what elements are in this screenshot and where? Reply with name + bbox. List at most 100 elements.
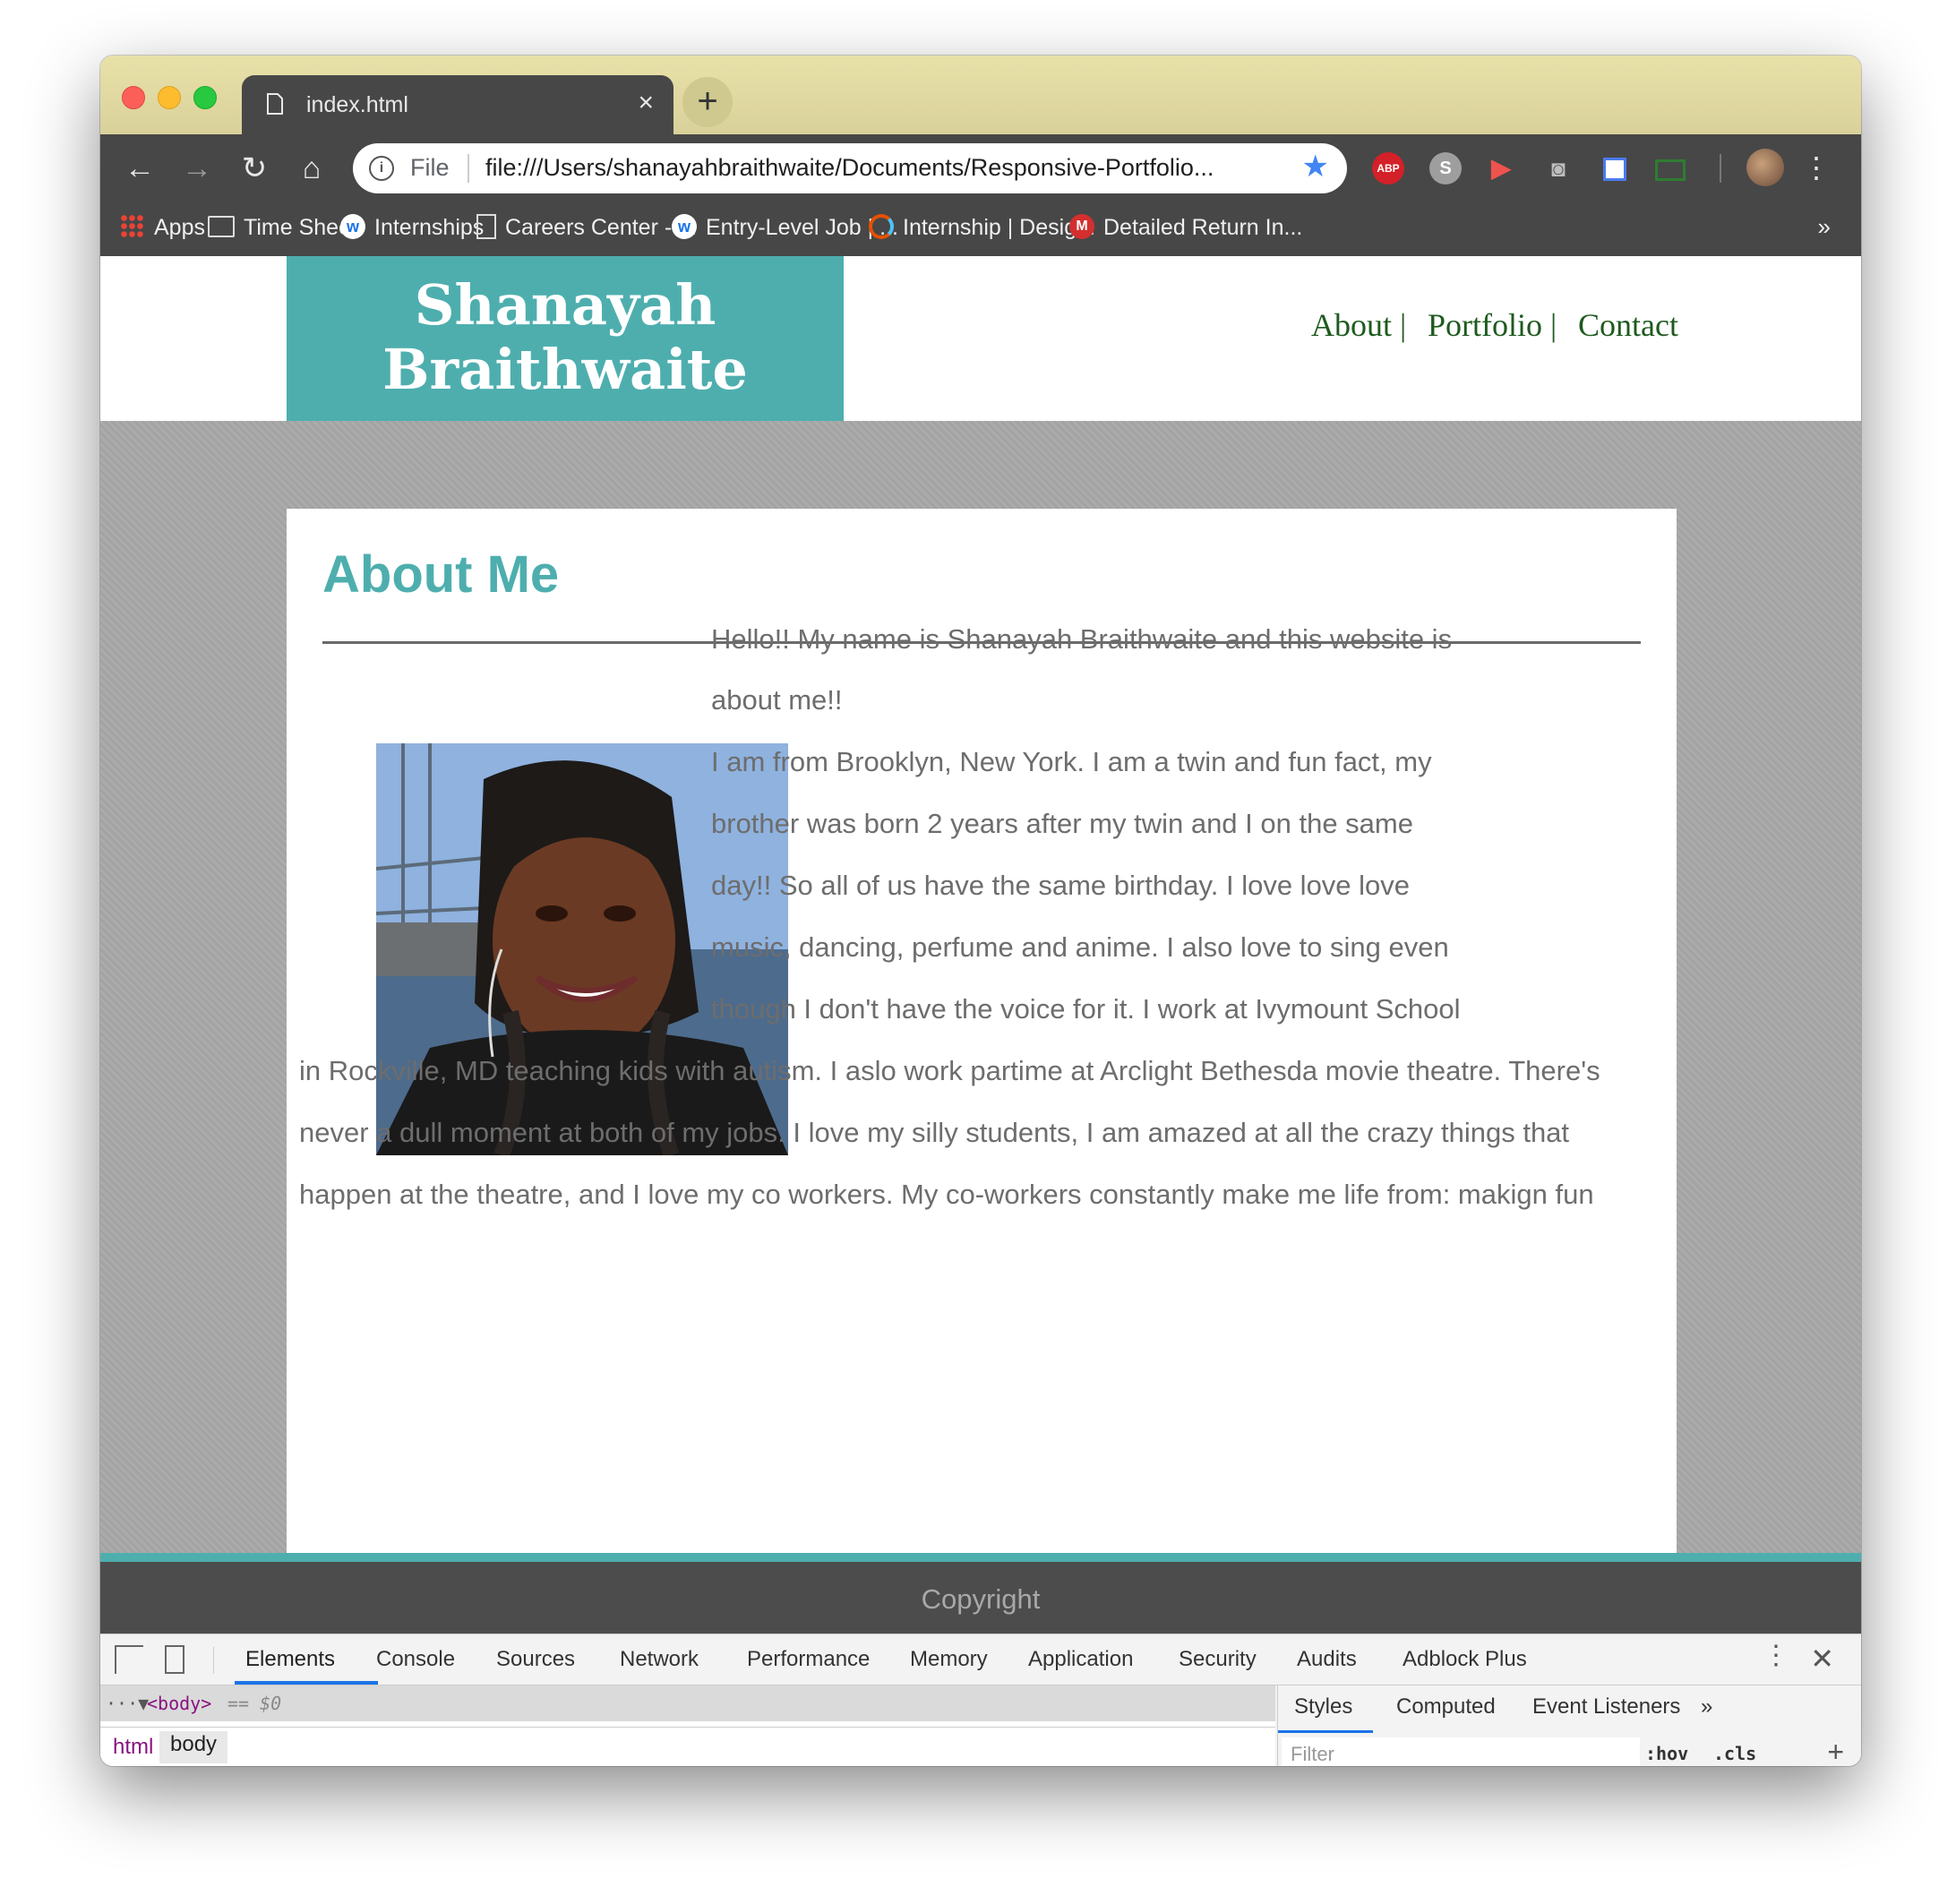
about-paragraph-line: brother was born 2 years after my twin a… (711, 808, 1413, 839)
tab-close-icon[interactable]: × (638, 88, 654, 118)
tab-styles[interactable]: Styles (1294, 1694, 1352, 1720)
footer-copyright: Copyright (921, 1583, 1041, 1615)
devtools-tab-bar: Elements Console Sources Network Perform… (100, 1634, 1861, 1685)
profile-avatar[interactable] (1746, 149, 1784, 186)
camera-icon[interactable]: ◙ (1542, 152, 1574, 184)
ring-logo-icon (869, 214, 894, 240)
filter-placeholder: Filter (1291, 1743, 1334, 1765)
url-text[interactable]: file:///Users/shanayahbraithwaite/Docume… (485, 154, 1214, 182)
breadcrumb-body[interactable]: body (159, 1731, 228, 1763)
info-icon[interactable]: i (369, 156, 394, 181)
about-paragraph-line: about me!! (711, 684, 843, 716)
about-paragraph-line: though I don't have the voice for it. I … (711, 993, 1461, 1025)
tab-adblock-plus[interactable]: Adblock Plus (1403, 1647, 1527, 1672)
tab-memory[interactable]: Memory (910, 1647, 988, 1672)
url-divider (468, 154, 469, 183)
logo-last-name: Braithwaite (382, 337, 748, 402)
bookmark-label: Careers Center - ... (505, 215, 697, 240)
active-subtab-indicator (1278, 1730, 1373, 1733)
site-footer: Copyright (100, 1553, 1861, 1639)
about-paragraph-line: never a dull moment at both of my jobs. … (299, 1117, 1570, 1148)
about-paragraph-line: I am from Brooklyn, New York. I am a twi… (711, 746, 1432, 777)
breadcrumb: html body (100, 1727, 1275, 1766)
tab-network[interactable]: Network (620, 1647, 699, 1672)
address-bar[interactable]: i File file:///Users/shanayahbraithwaite… (353, 143, 1347, 193)
new-tab-button[interactable]: + (682, 77, 733, 127)
bookmark-entry-level-job[interactable]: w Entry-Level Job | ... (672, 214, 898, 241)
bookmark-label: Apps (154, 215, 205, 240)
bookmark-internship-design[interactable]: Internship | Desig... (869, 214, 1095, 241)
document-icon (267, 93, 283, 115)
elements-panel: ···▼ <body> == $0 html body (100, 1685, 1275, 1766)
menu-dots-icon[interactable]: ⋮ (1802, 147, 1831, 188)
bookmark-apps[interactable]: Apps (120, 214, 205, 241)
back-icon[interactable]: ← (118, 147, 161, 190)
bookmark-label: Internship | Desig... (903, 215, 1095, 240)
sidebar-overflow-icon[interactable]: » (1701, 1694, 1712, 1720)
s-extension-icon[interactable]: S (1429, 152, 1462, 184)
browser-tab[interactable]: index.html × (242, 75, 673, 134)
devtools-divider (213, 1647, 214, 1674)
tab-security[interactable]: Security (1179, 1647, 1257, 1672)
hov-toggle[interactable]: :hov (1645, 1743, 1688, 1764)
title-bar: index.html × + (100, 56, 1861, 134)
tab-elements[interactable]: Elements (245, 1647, 335, 1672)
site-header: Shanayah Braithwaite About | Portfolio |… (100, 256, 1861, 421)
bookmark-star-icon[interactable]: ★ (1302, 149, 1329, 184)
devtools-close-icon[interactable]: ✕ (1810, 1642, 1834, 1676)
video-record-icon[interactable]: ▶ (1485, 152, 1517, 184)
nav-link-portfolio[interactable]: Portfolio | (1428, 306, 1557, 344)
dom-node-toggle[interactable]: ···▼ (106, 1693, 149, 1714)
nav-link-about[interactable]: About | (1311, 306, 1406, 344)
tab-computed[interactable]: Computed (1396, 1694, 1496, 1720)
tab-console[interactable]: Console (376, 1647, 455, 1672)
bookmark-detailed-return[interactable]: M Detailed Return In... (1069, 214, 1303, 241)
screen-capture-icon[interactable] (1653, 152, 1686, 184)
w-logo-icon: w (340, 214, 365, 240)
bookmark-label: Internships (374, 215, 485, 240)
styles-sidebar: Styles Computed Event Listeners » Filter… (1277, 1685, 1861, 1766)
section-title: About Me (322, 545, 560, 604)
url-scheme: File (410, 154, 450, 181)
reload-icon[interactable]: ↻ (233, 147, 276, 190)
bookmark-time-sheet[interactable]: Time Sheet (208, 215, 357, 241)
breadcrumb-html[interactable]: html (102, 1735, 164, 1760)
dom-node-tag: <body> (147, 1693, 212, 1714)
m-logo-icon: M (1069, 214, 1094, 240)
minimize-window-button[interactable] (158, 86, 181, 109)
tab-application[interactable]: Application (1028, 1647, 1133, 1672)
dom-node-reference: == $0 (227, 1693, 282, 1714)
about-paragraph-line: music, dancing, perfume and anime. I als… (711, 931, 1449, 963)
tab-performance[interactable]: Performance (747, 1647, 870, 1672)
crop-extension-icon[interactable] (1598, 152, 1630, 184)
tab-sources[interactable]: Sources (496, 1647, 575, 1672)
add-rule-icon[interactable]: + (1827, 1736, 1844, 1766)
document-icon (476, 214, 496, 240)
bookmark-internships[interactable]: w Internships (340, 214, 485, 241)
adblock-plus-icon[interactable]: ABP (1372, 152, 1404, 184)
folder-icon (208, 216, 235, 238)
bookmark-label: Detailed Return In... (1103, 215, 1303, 240)
tab-event-listeners[interactable]: Event Listeners (1532, 1694, 1680, 1720)
bookmarks-overflow-icon[interactable]: » (1818, 213, 1831, 241)
cls-toggle[interactable]: .cls (1713, 1743, 1756, 1764)
about-section: About Me Hello!! My name is Shanayah Bra… (287, 509, 1677, 1578)
tab-title: index.html (306, 92, 408, 117)
close-window-button[interactable] (122, 86, 145, 109)
zoom-window-button[interactable] (193, 86, 217, 109)
inspect-element-icon[interactable] (115, 1645, 143, 1674)
logo-first-name: Shanayah (414, 272, 716, 338)
device-toolbar-icon[interactable] (165, 1645, 184, 1674)
toolbar-divider (1720, 154, 1721, 183)
bookmarks-bar: Apps Time Sheet w Internships Careers Cen… (100, 202, 1861, 256)
devtools-menu-icon[interactable]: ⋮ (1763, 1640, 1789, 1671)
bookmark-careers-center[interactable]: Careers Center - ... (476, 214, 697, 241)
tab-audits[interactable]: Audits (1297, 1647, 1357, 1672)
site-logo[interactable]: Shanayah Braithwaite (287, 256, 844, 421)
page-viewport[interactable]: Shanayah Braithwaite About | Portfolio |… (100, 256, 1861, 1578)
dom-tree-selected-node[interactable]: ···▼ <body> == $0 (100, 1685, 1275, 1721)
nav-link-contact[interactable]: Contact (1578, 306, 1678, 344)
styles-filter-input[interactable]: Filter (1282, 1737, 1640, 1766)
home-icon[interactable]: ⌂ (290, 147, 333, 190)
forward-icon[interactable]: → (176, 147, 219, 190)
